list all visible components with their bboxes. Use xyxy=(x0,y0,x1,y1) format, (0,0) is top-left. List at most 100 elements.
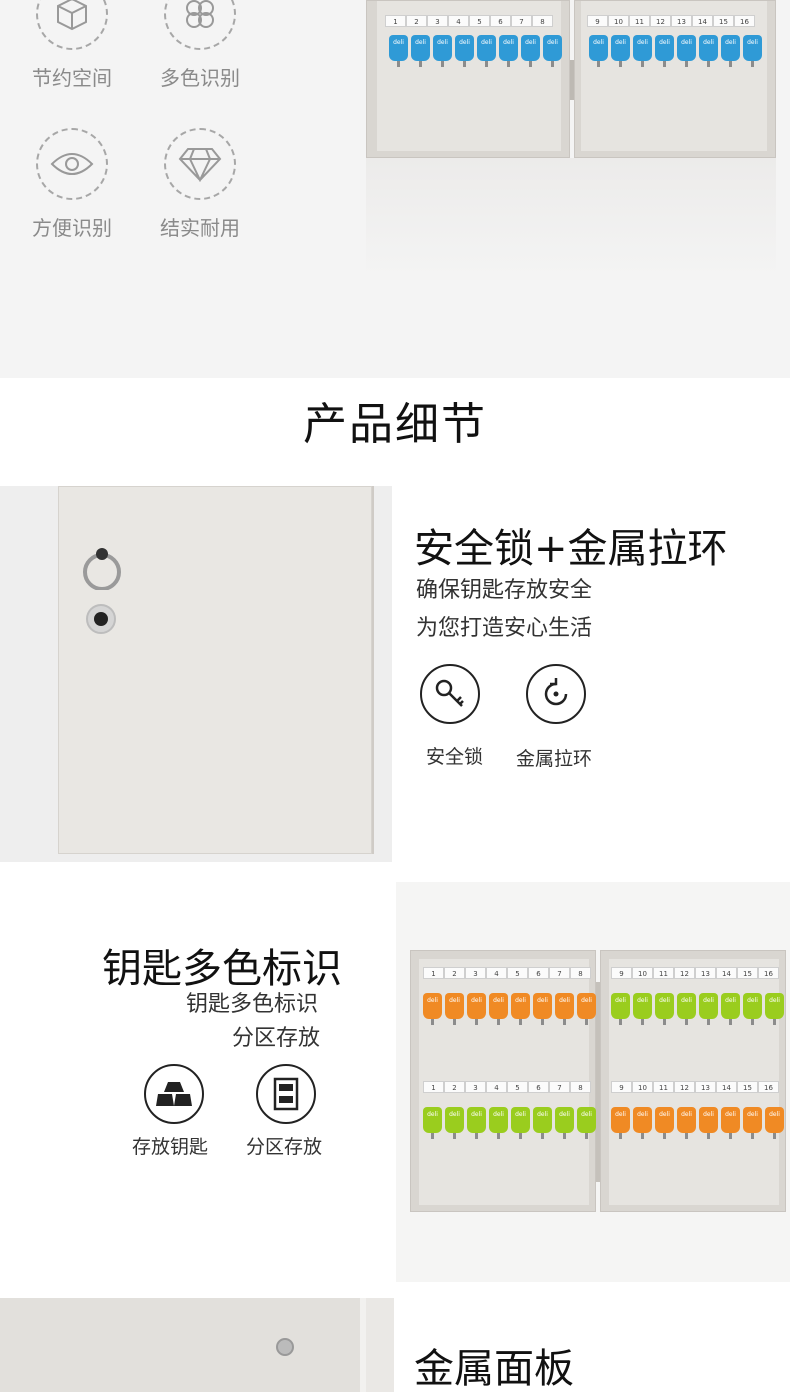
key-brand: deli xyxy=(427,997,438,1004)
key-brand: deli xyxy=(769,997,780,1004)
key-tag: deli xyxy=(743,35,762,67)
feature-label: 节约空间 xyxy=(32,66,112,90)
slot-number: 14 xyxy=(716,1081,737,1093)
key-tag: deli xyxy=(477,35,496,67)
slot-number: 10 xyxy=(632,1081,653,1093)
slot-number: 1 xyxy=(385,15,406,27)
slot-number: 8 xyxy=(532,15,553,27)
slot-number: 2 xyxy=(444,967,465,979)
key-brand: deli xyxy=(393,39,404,46)
slot-number: 10 xyxy=(632,967,653,979)
key-brand: deli xyxy=(703,997,714,1004)
slot-number: 11 xyxy=(653,967,674,979)
cabinet-left-door: 12345678 deli deli deli deli deli deli deli del… xyxy=(366,0,570,158)
slot-number: 13 xyxy=(695,1081,716,1093)
slot-number: 12 xyxy=(650,15,671,27)
stack-icon xyxy=(144,1064,204,1124)
key-tag: deli xyxy=(489,993,508,1025)
slot-number: 16 xyxy=(758,967,779,979)
cabinet-right-door: 9 10 11 12 13 14 15 16 deli deli deli deli deli deli… xyxy=(574,0,776,158)
key-brand: deli xyxy=(681,39,692,46)
key-brand: deli xyxy=(747,39,758,46)
key-brand: deli xyxy=(427,1111,438,1118)
slot-number: 7 xyxy=(549,967,570,979)
slot-number: 8 xyxy=(570,967,591,979)
store-keys-label: 存放钥匙 xyxy=(132,1136,209,1158)
screw-icon xyxy=(276,1338,294,1356)
label-strip: 12345678 xyxy=(385,15,553,27)
key-brand: deli xyxy=(437,39,448,46)
key-tag: deli xyxy=(765,993,784,1025)
metal-ring-icon xyxy=(80,546,124,591)
slot-number: 9 xyxy=(611,1081,632,1093)
slot-number: 15 xyxy=(713,15,734,27)
key-tag: deli xyxy=(611,993,630,1025)
key-brand: deli xyxy=(415,39,426,46)
key-row: deli deli deli deli deli deli deli deli xyxy=(589,35,762,67)
slot-number: 5 xyxy=(469,15,490,27)
slot-number: 1 xyxy=(423,1081,444,1093)
key-brand: deli xyxy=(637,1111,648,1118)
slot-number: 7 xyxy=(511,15,532,27)
slot-number: 14 xyxy=(692,15,713,27)
key-tag: deli xyxy=(743,1107,762,1139)
key-tag: deli xyxy=(633,1107,652,1139)
key-tag: deli xyxy=(655,35,674,67)
slot-number: 15 xyxy=(737,1081,758,1093)
feature-space-saving: 节约空间 xyxy=(12,0,132,91)
key-tag: deli xyxy=(467,993,486,1025)
key-brand: deli xyxy=(471,1111,482,1118)
key-tag: deli xyxy=(699,993,718,1025)
cabinet-door xyxy=(58,486,372,854)
cabinet-top-photo: 12345678 deli deli deli deli deli deli deli del… xyxy=(366,0,776,278)
slot-number: 12 xyxy=(674,1081,695,1093)
key-brand: deli xyxy=(493,997,504,1004)
slot-number: 3 xyxy=(465,1081,486,1093)
key-tag: deli xyxy=(699,35,718,67)
key-tag: deli xyxy=(423,1107,442,1139)
key-brand: deli xyxy=(503,39,514,46)
slot-number: 14 xyxy=(716,967,737,979)
slot-number: 10 xyxy=(608,15,629,27)
key-brand: deli xyxy=(449,1111,460,1118)
label-strip: 12345678 xyxy=(423,967,591,979)
key-tag: deli xyxy=(555,1107,574,1139)
slot-number: 8 xyxy=(570,1081,591,1093)
feature-label: 多色识别 xyxy=(160,66,240,90)
feature-multicolor: 多色识别 xyxy=(140,0,260,91)
label-strip: 9 10 11 12 13 14 15 16 xyxy=(587,15,755,27)
cabinet-right-door: 9 10 11 12 13 14 15 16 deli deli deli deli deli deli… xyxy=(600,950,786,1212)
feature-durable: 结实耐用 xyxy=(140,128,260,241)
key-brand: deli xyxy=(515,1111,526,1118)
slot-number: 9 xyxy=(587,15,608,27)
key-brand: deli xyxy=(681,1111,692,1118)
slot-number: 4 xyxy=(486,967,507,979)
key-brand: deli xyxy=(703,39,714,46)
key-brand: deli xyxy=(537,997,548,1004)
key-brand: deli xyxy=(681,997,692,1004)
key-tag: deli xyxy=(533,993,552,1025)
feature-easy-id: 方便识别 xyxy=(12,128,132,241)
key-brand: deli xyxy=(725,1111,736,1118)
key-tag: deli xyxy=(521,35,540,67)
key-brand: deli xyxy=(703,1111,714,1118)
key-icon xyxy=(420,664,480,724)
key-tag: deli xyxy=(721,993,740,1025)
key-tag: deli xyxy=(677,35,696,67)
key-tag: deli xyxy=(533,1107,552,1139)
key-brand: deli xyxy=(547,39,558,46)
slot-number: 2 xyxy=(444,1081,465,1093)
key-row: deli deli deli deli deli deli deli deli xyxy=(423,993,596,1025)
section-title: 产品细节 xyxy=(303,399,487,450)
slot-number: 6 xyxy=(490,15,511,27)
lock-desc-2: 为您打造安心生活 xyxy=(416,616,593,641)
key-tag: deli xyxy=(699,1107,718,1139)
key-tag: deli xyxy=(577,993,596,1025)
key-brand: deli xyxy=(747,1111,758,1118)
key-tag: deli xyxy=(633,993,652,1025)
key-brand: deli xyxy=(471,997,482,1004)
key-brand: deli xyxy=(659,997,670,1004)
key-tag: deli xyxy=(543,35,562,67)
key-tag: deli xyxy=(423,993,442,1025)
slot-number: 7 xyxy=(549,1081,570,1093)
